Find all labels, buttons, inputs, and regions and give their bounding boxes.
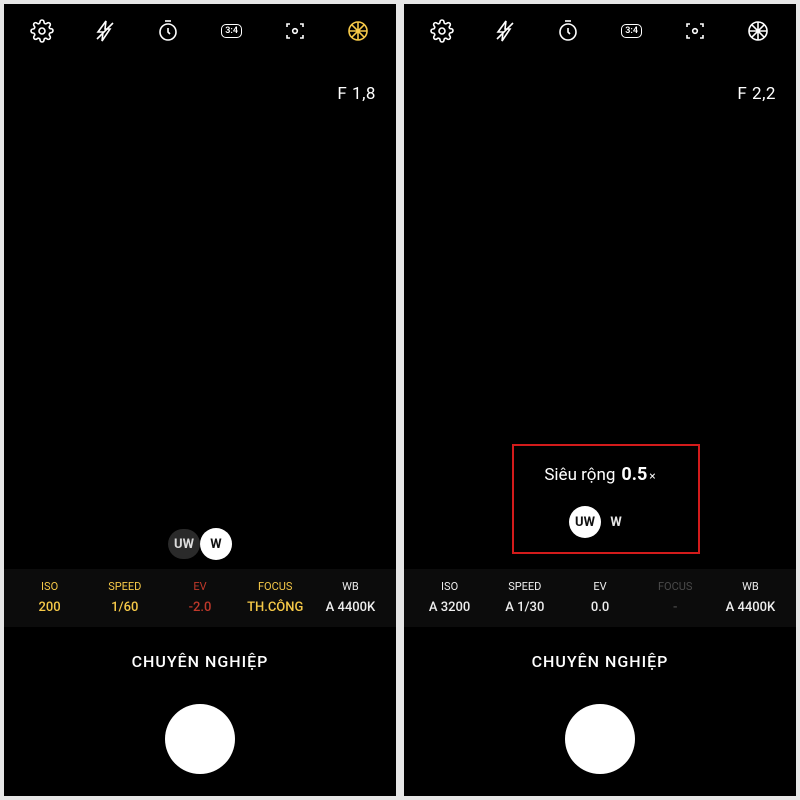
timer-icon[interactable] bbox=[155, 18, 181, 44]
top-toolbar: 3:4 bbox=[4, 4, 396, 58]
zoom-x: × bbox=[649, 469, 655, 483]
param-iso[interactable]: ISO A 3200 bbox=[412, 579, 487, 617]
zoom-text: Siêu rộng bbox=[544, 465, 615, 485]
lens-toggle: UW W bbox=[569, 506, 631, 538]
ratio-label: 3:4 bbox=[221, 24, 242, 38]
scene-detect-icon[interactable] bbox=[282, 18, 308, 44]
lens-toggle: UW W bbox=[168, 528, 232, 560]
gear-icon[interactable] bbox=[429, 18, 455, 44]
color-wheel-icon[interactable] bbox=[345, 18, 371, 44]
top-toolbar: 3:4 bbox=[404, 4, 796, 58]
lens-uw-button[interactable]: UW bbox=[569, 506, 601, 538]
param-wb[interactable]: WB A 4400K bbox=[313, 579, 388, 617]
gear-icon[interactable] bbox=[29, 18, 55, 44]
aspect-ratio-icon[interactable]: 3:4 bbox=[219, 18, 245, 44]
phone-right: 3:4 F 2,2 Siêu rộng 0.5 × UW W ISO A 320… bbox=[404, 4, 796, 796]
shutter-button[interactable] bbox=[165, 704, 235, 774]
lens-uw-button[interactable]: UW bbox=[168, 529, 200, 559]
param-speed[interactable]: SPEED 1/60 bbox=[87, 579, 162, 617]
param-wb[interactable]: WB A 4400K bbox=[713, 579, 788, 617]
param-strip: ISO A 3200 SPEED A 1/30 EV 0.0 FOCUS - W… bbox=[404, 569, 796, 627]
aperture-readout: F 1,8 bbox=[337, 84, 376, 104]
phone-left: 3:4 F 1,8 UW W ISO 200 SPEED 1/60 EV -2.… bbox=[4, 4, 396, 796]
param-speed[interactable]: SPEED A 1/30 bbox=[487, 579, 562, 617]
lens-w-button[interactable]: W bbox=[601, 507, 631, 537]
timer-icon[interactable] bbox=[555, 18, 581, 44]
flash-icon[interactable] bbox=[92, 18, 118, 44]
zoom-label: Siêu rộng 0.5 × bbox=[544, 464, 655, 485]
mode-label[interactable]: CHUYÊN NGHIỆP bbox=[404, 652, 796, 671]
param-strip: ISO 200 SPEED 1/60 EV -2.0 FOCUS TH.CÔNG… bbox=[4, 569, 396, 627]
aspect-ratio-icon[interactable]: 3:4 bbox=[619, 18, 645, 44]
param-focus[interactable]: FOCUS TH.CÔNG bbox=[238, 579, 313, 617]
aperture-readout: F 2,2 bbox=[737, 84, 776, 104]
shutter-button[interactable] bbox=[565, 704, 635, 774]
param-iso[interactable]: ISO 200 bbox=[12, 579, 87, 617]
color-wheel-icon[interactable] bbox=[745, 18, 771, 44]
param-focus[interactable]: FOCUS - bbox=[638, 579, 713, 617]
param-ev[interactable]: EV -2.0 bbox=[162, 579, 237, 617]
lens-w-button[interactable]: W bbox=[200, 528, 232, 560]
param-ev[interactable]: EV 0.0 bbox=[562, 579, 637, 617]
scene-detect-icon[interactable] bbox=[682, 18, 708, 44]
mode-label[interactable]: CHUYÊN NGHIỆP bbox=[4, 652, 396, 671]
flash-icon[interactable] bbox=[492, 18, 518, 44]
zoom-multiplier: 0.5 bbox=[621, 464, 647, 485]
ratio-label: 3:4 bbox=[621, 24, 642, 38]
